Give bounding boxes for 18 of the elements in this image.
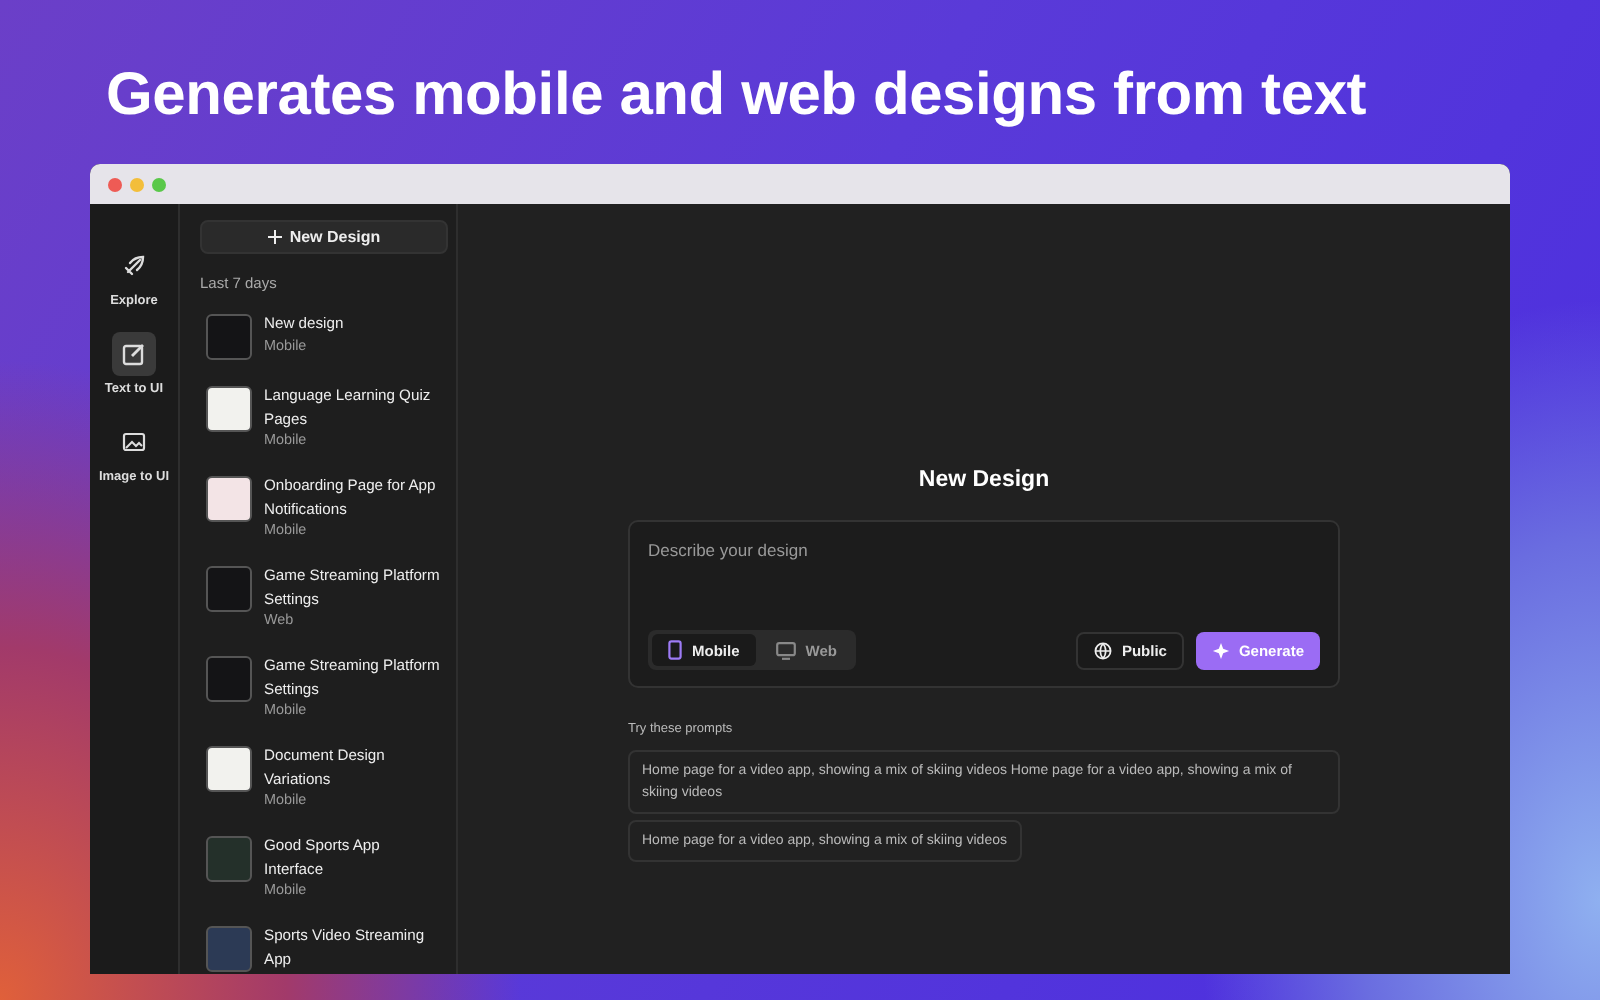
new-design-button[interactable]: New Design bbox=[200, 220, 448, 254]
design-thumbnail bbox=[206, 314, 252, 360]
design-thumbnail bbox=[206, 926, 252, 972]
monitor-icon bbox=[775, 641, 796, 659]
design-thumbnail bbox=[206, 566, 252, 612]
design-thumbnail bbox=[206, 656, 252, 702]
phone-icon bbox=[668, 640, 682, 660]
headline: Generates mobile and web designs from text bbox=[106, 60, 1369, 132]
design-thumbnail bbox=[206, 386, 252, 432]
sparkle-icon bbox=[1212, 642, 1231, 660]
design-thumbnail bbox=[206, 746, 252, 792]
edit-icon[interactable] bbox=[111, 332, 156, 376]
page-title: New Design bbox=[918, 468, 1050, 492]
design-thumbnail bbox=[206, 836, 252, 882]
globe-icon bbox=[1093, 642, 1112, 660]
close-icon[interactable] bbox=[108, 177, 122, 191]
plus-icon bbox=[267, 230, 282, 244]
design-thumbnail bbox=[206, 476, 252, 522]
